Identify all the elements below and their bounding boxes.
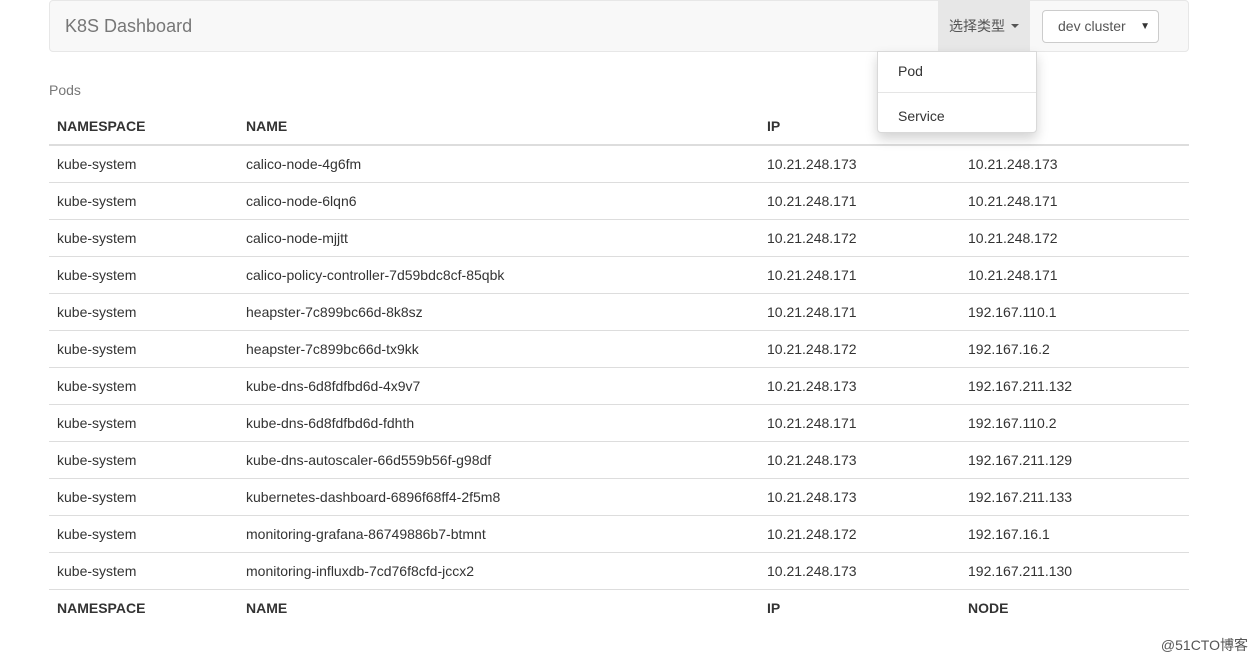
cell-name: calico-node-6lqn6 [238,181,759,219]
cell-namespace: kube-system [49,477,238,515]
cell-name: kube-dns-6d8fdfbd6d-fdhth [238,403,759,441]
cell-ip: 10.21.248.173 [759,366,960,404]
cell-namespace: kube-system [49,218,238,256]
cell-namespace: kube-system [49,144,238,182]
column-header-name: NAME [238,108,759,146]
cell-namespace: kube-system [49,329,238,367]
table-row[interactable]: kube-system monitoring-grafana-86749886b7… [49,514,1189,552]
footer-header-name: NAME [238,588,759,626]
cell-namespace: kube-system [49,255,238,293]
cell-ip: 10.21.248.171 [759,403,960,441]
cell-node: 192.167.110.1 [960,292,1189,330]
cell-node: 10.21.248.172 [960,218,1189,256]
cell-ip: 10.21.248.171 [759,181,960,219]
table-footer-row: NAMESPACE NAME IP NODE [49,588,1189,626]
type-dropdown-label: 选择类型 [949,18,1005,34]
cell-ip: 10.21.248.172 [759,218,960,256]
cell-node: 10.21.248.173 [960,144,1189,182]
cell-ip: 10.21.248.173 [759,551,960,589]
table-row[interactable]: kube-system heapster-7c899bc66d-tx9kk 10.2… [49,329,1189,367]
select-arrow-icon: ▼ [1140,21,1150,32]
cell-node: 10.21.248.171 [960,181,1189,219]
cell-name: kube-dns-6d8fdfbd6d-4x9v7 [238,366,759,404]
cell-namespace: kube-system [49,403,238,441]
cell-node: 192.167.110.2 [960,403,1189,441]
table-row[interactable]: kube-system calico-policy-controller-7d59… [49,255,1189,293]
cell-node: 192.167.16.1 [960,514,1189,552]
cell-name: calico-node-4g6fm [238,144,759,182]
footer-header-ip: IP [759,588,960,626]
table-caption: Pods [49,82,81,98]
cell-namespace: kube-system [49,514,238,552]
table-row[interactable]: kube-system kube-dns-autoscaler-66d559b56… [49,440,1189,478]
table-row[interactable]: kube-system calico-node-4g6fm 10.21.248.17… [49,144,1189,182]
table-row[interactable]: kube-system heapster-7c899bc66d-8k8sz 10.2… [49,292,1189,330]
cell-ip: 10.21.248.171 [759,292,960,330]
cell-node: 192.167.211.132 [960,366,1189,404]
cell-ip: 10.21.248.173 [759,477,960,515]
cell-namespace: kube-system [49,181,238,219]
cell-name: calico-policy-controller-7d59bdc8cf-85qb… [238,255,759,293]
type-dropdown-toggle[interactable]: 选择类型 [938,1,1030,51]
cell-namespace: kube-system [49,551,238,589]
menu-divider [878,92,1036,93]
cell-ip: 10.21.248.171 [759,255,960,293]
cell-name: monitoring-grafana-86749886b7-btmnt [238,514,759,552]
table-row[interactable]: kube-system kube-dns-6d8fdfbd6d-fdhth 10.2… [49,403,1189,441]
pods-table: NAMESPACE NAME IP NODE kube-systemcalico… [49,108,1189,626]
footer-header-node: NODE [960,588,1189,626]
cell-namespace: kube-system [49,440,238,478]
cell-node: 192.167.211.129 [960,440,1189,478]
column-header-namespace: NAMESPACE [49,108,238,146]
caret-down-icon [1011,24,1019,28]
cell-name: monitoring-influxdb-7cd76f8cfd-jccx2 [238,551,759,589]
brand-title[interactable]: K8S Dashboard [65,16,192,36]
cell-node: 192.167.16.2 [960,329,1189,367]
cell-ip: 10.21.248.172 [759,514,960,552]
table-row[interactable]: kube-system calico-node-6lqn6 10.21.248.17… [49,181,1189,219]
cluster-select-value: dev cluster [1058,18,1126,34]
table-row[interactable]: kube-system kubernetes-dashboard-6896f68f… [49,477,1189,515]
cell-name: kubernetes-dashboard-6896f68ff4-2f5m8 [238,477,759,515]
watermark: @51CTO博客 [1160,637,1248,653]
cell-name: heapster-7c899bc66d-tx9kk [238,329,759,367]
table-row[interactable]: kube-system monitoring-influxdb-7cd76f8cf… [49,551,1189,589]
cell-ip: 10.21.248.173 [759,440,960,478]
cell-namespace: kube-system [49,292,238,330]
cell-name: heapster-7c899bc66d-8k8sz [238,292,759,330]
cell-namespace: kube-system [49,366,238,404]
table-row[interactable]: kube-system kube-dns-6d8fdfbd6d-4x9v7 10.2… [49,366,1189,404]
cell-ip: 10.21.248.172 [759,329,960,367]
top-navbar: K8S Dashboard 选择类型 dev cluster ▼ [49,0,1189,52]
cell-node: 192.167.211.130 [960,551,1189,589]
table-row[interactable]: kube-system calico-node-mjjtt 10.21.248.17… [49,218,1189,256]
cell-name: calico-node-mjjtt [238,218,759,256]
menu-item-pod[interactable]: Pod [878,58,1036,84]
cell-node: 10.21.248.171 [960,255,1189,293]
type-dropdown-menu: Pod Service [877,51,1037,133]
footer-header-namespace: NAMESPACE [49,588,238,626]
cell-node: 192.167.211.133 [960,477,1189,515]
cell-name: kube-dns-autoscaler-66d559b56f-g98df [238,440,759,478]
cell-ip: 10.21.248.173 [759,144,960,182]
cluster-select[interactable]: dev cluster ▼ [1042,10,1159,43]
menu-item-service[interactable]: Service [878,103,1036,129]
